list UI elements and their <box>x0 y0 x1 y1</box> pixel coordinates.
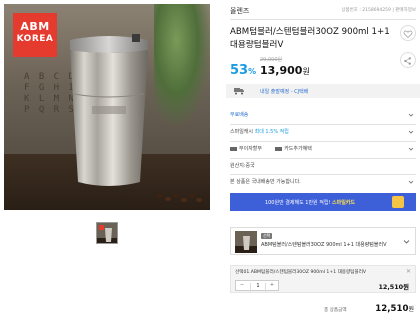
divider <box>230 141 416 142</box>
brand-logo-line2: KOREA <box>16 34 54 44</box>
product-thumbnail[interactable] <box>96 222 118 244</box>
option-name: ABM텀블러/스텐텀블러30OZ 900ml 1+1 대용량텀블러V <box>261 242 387 248</box>
chevron-down-icon <box>408 147 414 151</box>
chevron-down-icon <box>403 240 410 244</box>
share-icon <box>404 57 411 65</box>
notice-row[interactable]: 본 상품은 국내배송만 가능합니다. <box>230 178 416 190</box>
card-benefit-label: 카드추가혜택 <box>284 146 312 152</box>
quantity-input[interactable]: 1 <box>250 283 266 292</box>
points-prefix: 스마일캐시 <box>230 129 255 135</box>
quantity-stepper: − 1 + <box>235 280 279 292</box>
brand-logo: ABM KOREA <box>13 13 57 57</box>
total-price: 12,510원 <box>375 304 414 314</box>
discount-value: 53 <box>230 63 249 78</box>
smile-card-promo-banner[interactable]: 100원만 결제해도 1만원 적립! 스마일카드 <box>230 193 416 211</box>
divider <box>230 124 416 125</box>
product-meta: 상품번호 : 2158694259 | 판매자정보 <box>341 8 416 13</box>
option-thumbnail <box>235 231 257 253</box>
sale-price: 13,900원 <box>260 64 310 77</box>
discount-unit: % <box>248 67 257 76</box>
total-value: 12,510 <box>375 304 409 314</box>
total-unit: 원 <box>408 306 414 313</box>
quantity-minus-button[interactable]: − <box>236 282 248 288</box>
option-thumbnail-image <box>235 231 257 253</box>
shipping-row[interactable]: 무료배송 <box>230 111 416 123</box>
delivery-bar: 내일 출발예정 - CJ택배 <box>226 84 420 98</box>
points-row[interactable]: 스마일캐시 최대 1.5% 적립 <box>230 128 416 140</box>
selected-line-price: 12,510원 <box>378 283 409 291</box>
product-title: ABM텀블러/스텐텀블러30OZ 900ml 1+1 대용량텀블러V <box>230 27 390 50</box>
total-label: 총 상품금액 <box>324 308 347 313</box>
sale-price-unit: 원 <box>302 67 310 76</box>
quantity-plus-button[interactable]: + <box>266 282 278 288</box>
tumbler-illustration <box>70 34 148 186</box>
card-icon <box>275 146 283 151</box>
promo-text: 100원만 결제해도 1만원 적립! 스마일카드 <box>230 199 390 206</box>
promo-text-main: 100원만 결제해도 1만원 적립! <box>264 200 333 206</box>
shop-name-link[interactable]: 올렌즈 <box>230 7 249 15</box>
thumbnail-image <box>97 223 117 243</box>
selected-option-name: 선택01.ABM텀블러/스텐텀블러30OZ 900ml 1+1 대용량텀블러V <box>235 270 367 275</box>
remove-option-button[interactable]: ✕ <box>406 268 411 275</box>
chevron-down-icon <box>408 180 414 184</box>
shipping-label: 무료배송 <box>230 112 249 118</box>
gift-icon <box>392 196 404 208</box>
divider <box>230 19 416 20</box>
discount-rate: 53% <box>230 63 256 78</box>
option-tag: 선택 <box>261 233 273 239</box>
truck-icon <box>234 88 244 95</box>
installment-label: 무이자할부 <box>239 146 263 152</box>
origin-row: 원산지:중국 <box>230 162 416 174</box>
chevron-down-icon <box>408 130 414 134</box>
photo-plant <box>154 4 210 124</box>
card-icon <box>230 146 237 151</box>
coffee-beans-illustration <box>157 193 202 202</box>
option-select[interactable]: 선택 ABM텀블러/스텐텀블러30OZ 900ml 1+1 대용량텀블러V <box>230 227 416 255</box>
delivery-text: 내일 출발예정 - CJ택배 <box>260 89 309 95</box>
brand-logo-line1: ABM <box>20 20 50 33</box>
wishlist-button[interactable] <box>400 25 416 41</box>
origin-label: 원산지:중국 <box>230 163 255 169</box>
notice-text: 본 상품은 국내배송만 가능합니다. <box>230 179 301 185</box>
payment-benefits-row[interactable]: 무이자할부 카드추가혜택 <box>230 145 416 157</box>
share-button[interactable] <box>400 52 416 68</box>
selected-option-item: 선택01.ABM텀블러/스텐텀블러30OZ 900ml 1+1 대용량텀블러V … <box>230 265 416 293</box>
original-price: 29,000원 <box>260 57 283 63</box>
product-main-image[interactable]: A B C D E F G H I J K L M N O P Q R S T <box>4 4 210 210</box>
sale-price-value: 13,900 <box>260 64 303 77</box>
product-detail-panel: 올렌즈 상품번호 : 2158694259 | 판매자정보 ABM텀블러/스텐텀… <box>226 0 420 317</box>
divider <box>230 158 416 159</box>
chevron-down-icon <box>408 113 414 117</box>
shop-row: 올렌즈 상품번호 : 2158694259 | 판매자정보 <box>230 6 416 18</box>
promo-highlight: 스마일카드 <box>332 200 356 206</box>
total-price-row: 총 상품금액 12,510원 <box>230 304 416 316</box>
heart-icon <box>403 30 413 38</box>
points-highlight: 최대 1.5% 적립 <box>254 129 289 135</box>
divider <box>230 174 416 175</box>
